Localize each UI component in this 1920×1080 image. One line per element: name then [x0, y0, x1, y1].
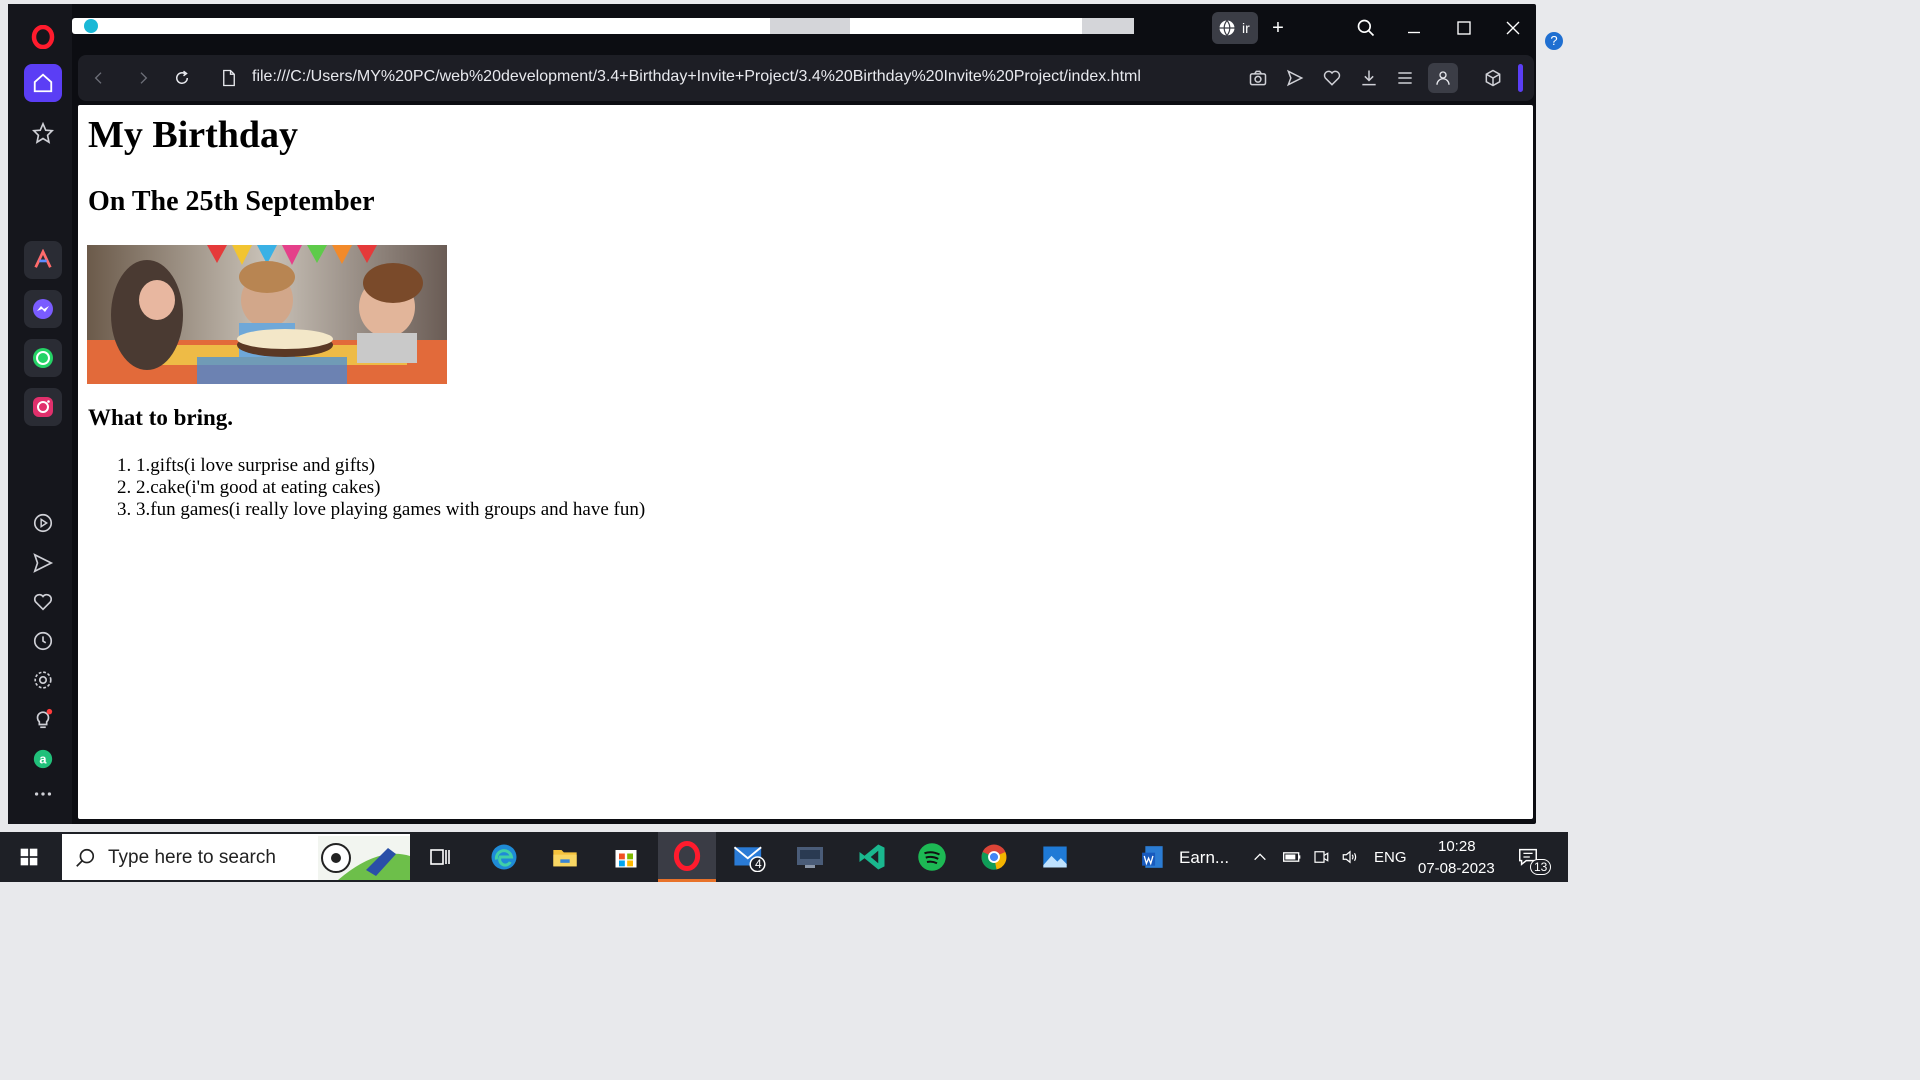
chevron-up-icon[interactable]: [1246, 837, 1274, 877]
list-item: 3.fun games(i really love playing games …: [136, 499, 645, 521]
search-highlight-icon: [318, 836, 410, 880]
address-bar: file:///C:/Users/MY%20PC/web%20developme…: [78, 55, 1534, 101]
easy-setup-icon[interactable]: [1393, 66, 1417, 90]
search-icon: [76, 848, 95, 867]
new-tab-button[interactable]: +: [1268, 18, 1288, 38]
app-icon[interactable]: a: [32, 748, 54, 770]
word-taskbar-label[interactable]: Earn...: [1179, 848, 1229, 868]
heart-icon[interactable]: [32, 591, 54, 613]
notification-icon[interactable]: 13: [1508, 837, 1552, 877]
chrome-icon[interactable]: [974, 837, 1014, 877]
opera-logo-icon[interactable]: [24, 18, 62, 56]
file-icon: [218, 67, 240, 89]
microsoft-store-icon[interactable]: [606, 837, 646, 877]
word-document-icon[interactable]: [1134, 837, 1174, 877]
messenger-icon[interactable]: [24, 290, 62, 328]
edge-icon[interactable]: [484, 837, 524, 877]
whatsapp-icon[interactable]: [24, 339, 62, 377]
globe-icon: [1219, 20, 1235, 37]
taskbar-search[interactable]: Type here to search: [62, 834, 410, 880]
instagram-icon[interactable]: [24, 388, 62, 426]
notification-count: 13: [1530, 859, 1552, 875]
tips-icon[interactable]: [32, 708, 54, 730]
profile-icon[interactable]: [1428, 63, 1458, 93]
clock-date[interactable]: 07-08-2023: [1418, 860, 1495, 877]
photos-icon[interactable]: [1035, 837, 1075, 877]
active-tab-label: ir: [1242, 20, 1250, 36]
send-icon[interactable]: [1283, 66, 1307, 90]
bring-list: 1.gifts(i love surprise and gifts) 2.cak…: [88, 455, 645, 521]
tab-strip: ir +: [72, 8, 1536, 48]
clock-time[interactable]: 10:28: [1438, 838, 1476, 855]
language-indicator[interactable]: ENG: [1374, 849, 1407, 866]
sql-icon[interactable]: [790, 837, 830, 877]
more-icon[interactable]: [32, 783, 54, 805]
search-placeholder: Type here to search: [108, 847, 276, 868]
meet-now-icon[interactable]: [1307, 837, 1335, 877]
history-icon[interactable]: [32, 630, 54, 652]
close-icon[interactable]: [1499, 14, 1527, 42]
heart-icon[interactable]: [1320, 66, 1344, 90]
tab-favicon-icon: [84, 19, 98, 33]
opera-sidebar: a: [8, 4, 72, 824]
mail-icon[interactable]: 4: [729, 837, 769, 877]
search-tabs-icon[interactable]: [1352, 14, 1380, 42]
star-icon[interactable]: [32, 122, 54, 144]
task-view-icon[interactable]: [420, 837, 460, 877]
file-explorer-icon[interactable]: [545, 837, 585, 877]
maximize-icon[interactable]: [1450, 14, 1478, 42]
extensions-icon[interactable]: [1481, 66, 1505, 90]
help-icon[interactable]: ?: [1545, 32, 1563, 50]
opera-taskbar-icon[interactable]: [658, 832, 716, 882]
active-tab[interactable]: ir: [1212, 12, 1258, 44]
page-subtitle: On The 25th September: [88, 186, 375, 217]
page-title: My Birthday: [88, 114, 299, 156]
vscode-icon[interactable]: [852, 837, 892, 877]
send-icon[interactable]: [32, 552, 54, 574]
battery-icon[interactable]: [1278, 837, 1306, 877]
player-icon[interactable]: [32, 512, 54, 534]
mail-badge: 4: [755, 857, 762, 871]
download-icon[interactable]: [1357, 66, 1381, 90]
windows-start-icon[interactable]: [9, 837, 49, 877]
aria-icon[interactable]: [24, 241, 62, 279]
back-icon[interactable]: [88, 67, 110, 89]
web-page: My Birthday On The 25th September What t…: [78, 105, 1533, 819]
svg-text:a: a: [39, 752, 47, 767]
camera-icon[interactable]: [1246, 66, 1270, 90]
bring-heading: What to bring.: [88, 405, 234, 430]
tab-bar[interactable]: [72, 18, 1134, 34]
home-icon[interactable]: [24, 64, 62, 102]
settings-icon[interactable]: [32, 669, 54, 691]
reload-icon[interactable]: [171, 67, 193, 89]
volume-icon[interactable]: [1336, 837, 1364, 877]
minimize-icon[interactable]: [1400, 14, 1428, 42]
party-photo: [87, 245, 447, 384]
list-item: 1.gifts(i love surprise and gifts): [136, 455, 645, 477]
spotify-icon[interactable]: [912, 837, 952, 877]
taskbar: Type here to search 4 Earn... ENG 10:28 …: [0, 832, 1568, 882]
forward-icon[interactable]: [132, 67, 154, 89]
sidebar-toggle[interactable]: [1518, 64, 1523, 92]
list-item: 2.cake(i'm good at eating cakes): [136, 477, 645, 499]
url-field[interactable]: file:///C:/Users/MY%20PC/web%20developme…: [252, 68, 1141, 86]
